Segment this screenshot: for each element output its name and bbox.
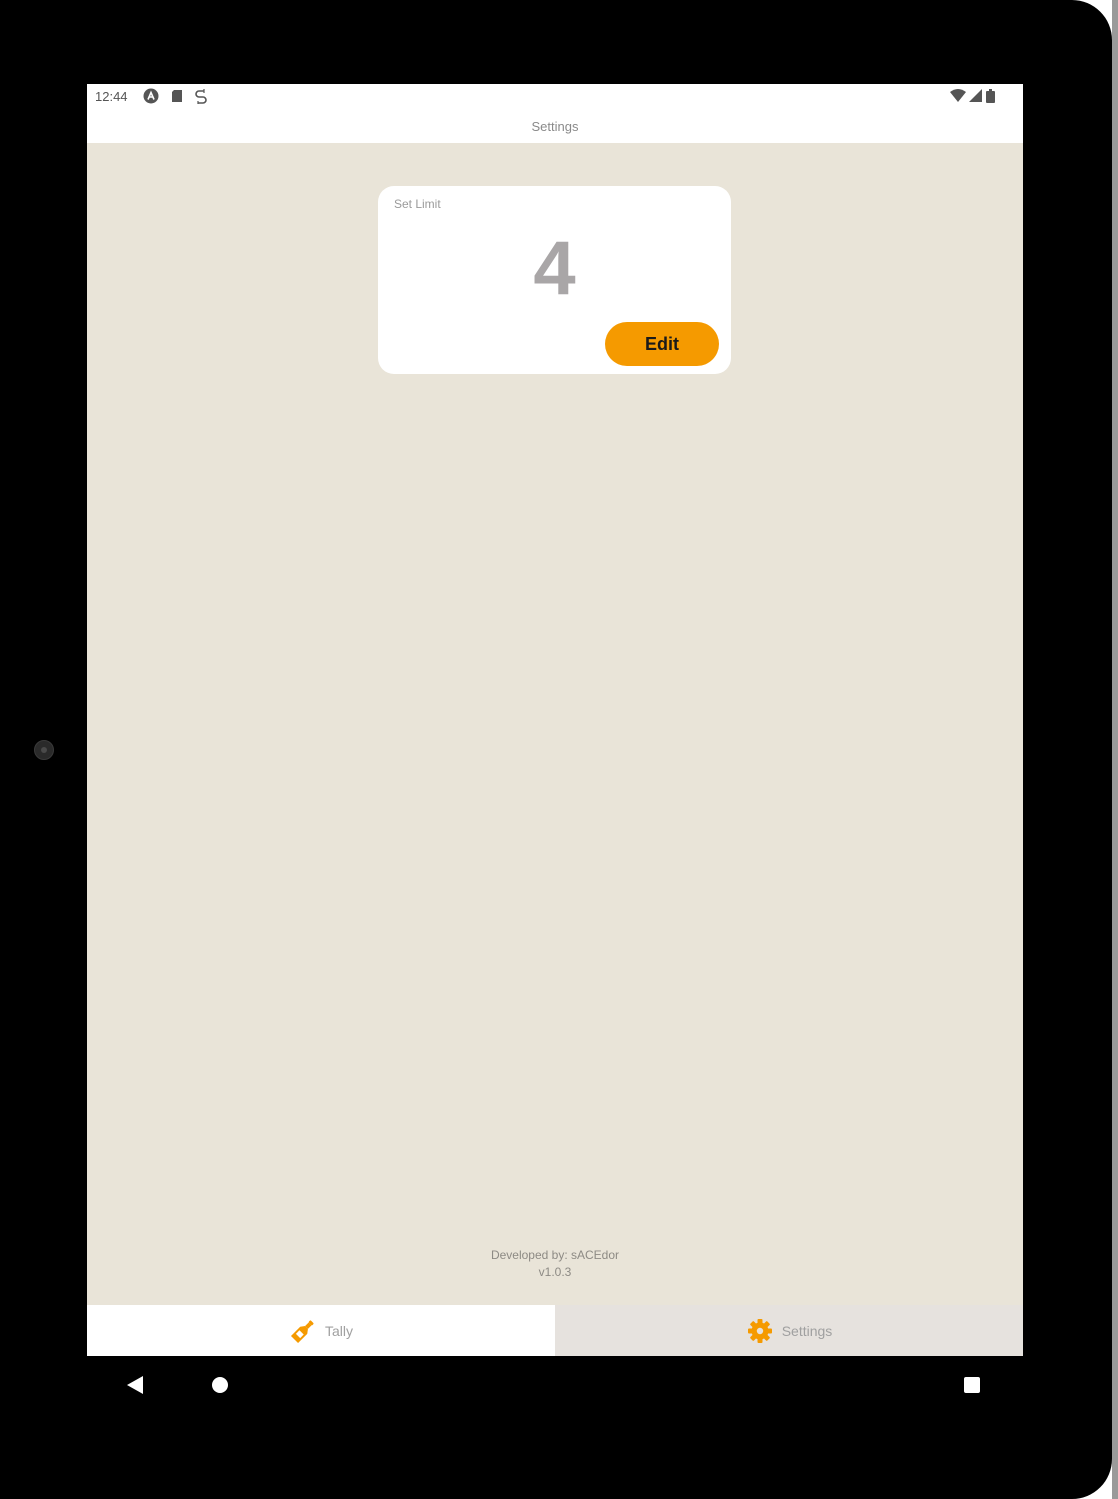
- device-frame: 12:44 Settings Set Limit 4 Edit Develope…: [0, 0, 1112, 1499]
- signal-icon: [969, 89, 982, 102]
- credits: Developed by: sACEdor v1.0.3: [87, 1247, 1023, 1281]
- home-icon[interactable]: [212, 1377, 228, 1393]
- app-screen: 12:44 Settings Set Limit 4 Edit Develope…: [87, 84, 1023, 1356]
- camera-icon: [34, 740, 54, 760]
- device-edge: [1112, 0, 1118, 1499]
- bottle-icon: [290, 1319, 314, 1343]
- page-title: Settings: [87, 110, 1023, 143]
- tab-tally[interactable]: Tally: [87, 1305, 555, 1356]
- system-nav-bar: [87, 1356, 1023, 1416]
- tab-settings-label: Settings: [781, 1322, 833, 1339]
- edit-button[interactable]: Edit: [605, 322, 719, 366]
- recents-icon[interactable]: [964, 1377, 980, 1393]
- back-icon[interactable]: [127, 1376, 143, 1394]
- gear-icon: [747, 1318, 772, 1343]
- version-label: v1.0.3: [538, 1265, 572, 1279]
- status-bar: 12:44: [87, 84, 1023, 110]
- tab-settings[interactable]: Settings: [555, 1305, 1023, 1356]
- set-limit-card: Set Limit 4 Edit: [378, 186, 731, 374]
- sync-icon: [195, 89, 207, 104]
- tab-tally-label: Tally: [324, 1322, 353, 1339]
- app-a-icon: [143, 88, 159, 104]
- sd-card-icon: [172, 90, 182, 102]
- status-time: 12:44: [95, 89, 128, 104]
- bottom-tab-bar: Tally Settings: [87, 1305, 1023, 1356]
- status-right-group: [950, 89, 995, 103]
- battery-icon: [986, 89, 995, 103]
- wifi-icon: [950, 89, 966, 102]
- limit-value: 4: [533, 226, 576, 311]
- developer-credit: Developed by: sACEdor: [490, 1248, 620, 1262]
- set-limit-label: Set Limit: [394, 197, 441, 211]
